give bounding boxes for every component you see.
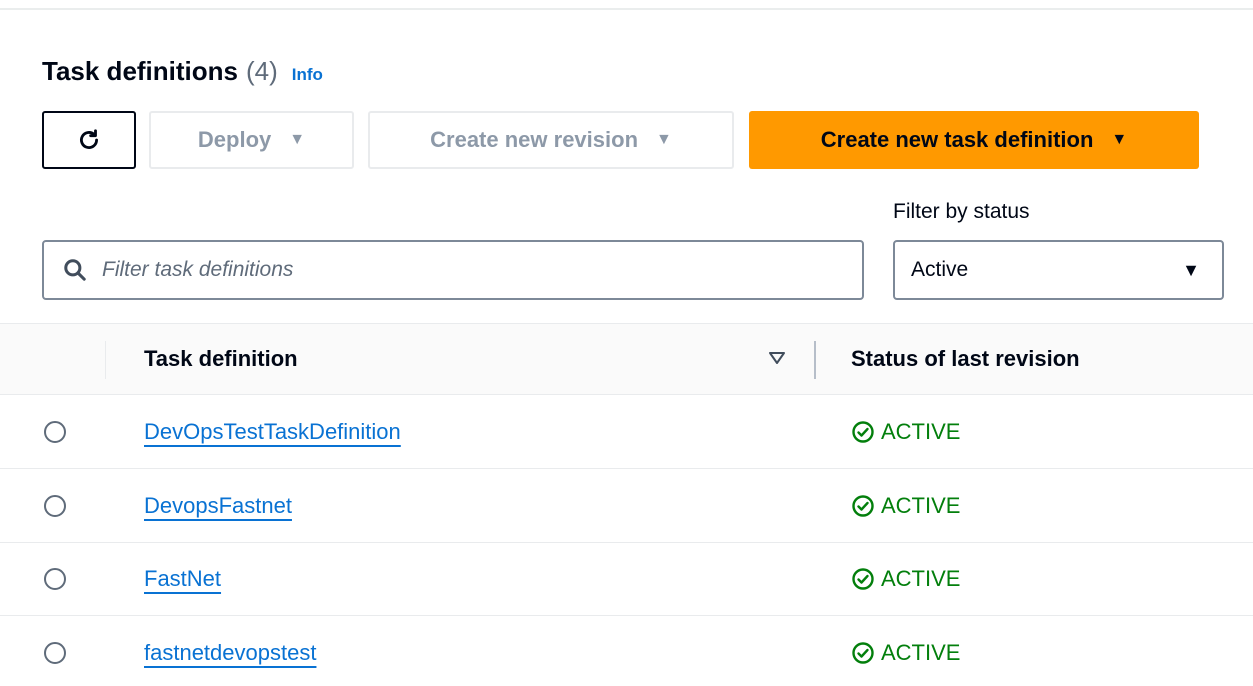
- refresh-button[interactable]: [42, 111, 136, 169]
- status-filter-select[interactable]: Active ▼: [893, 240, 1224, 300]
- search-input[interactable]: [102, 258, 802, 282]
- status-text: ACTIVE: [881, 640, 961, 665]
- column-header-task-definition[interactable]: Task definition: [144, 346, 298, 372]
- task-definition-link[interactable]: DevopsFastnet: [144, 493, 292, 519]
- caret-down-icon: ▼: [656, 131, 672, 148]
- row-radio[interactable]: [44, 642, 66, 664]
- info-link[interactable]: Info: [292, 65, 323, 85]
- status-badge: ACTIVE: [851, 640, 960, 666]
- deploy-label: Deploy: [197, 127, 272, 152]
- page-title: Task definitions: [42, 56, 238, 86]
- sort-icon[interactable]: [767, 348, 787, 368]
- check-circle-icon: [852, 421, 874, 443]
- table-row[interactable]: DevopsFastnet ACTIVE: [0, 470, 1253, 543]
- page-header: Task definitions (4) Info: [42, 56, 323, 87]
- caret-down-icon: ▼: [1111, 131, 1128, 148]
- status-badge: ACTIVE: [851, 419, 960, 445]
- status-text: ACTIVE: [881, 493, 961, 518]
- item-count: (4): [246, 56, 278, 86]
- task-definition-link[interactable]: DevOpsTestTaskDefinition: [144, 419, 401, 445]
- row-radio[interactable]: [44, 568, 66, 590]
- check-circle-icon: [852, 495, 874, 517]
- row-radio[interactable]: [44, 495, 66, 517]
- column-resizer[interactable]: [814, 341, 816, 379]
- table-row[interactable]: FastNet ACTIVE: [0, 543, 1253, 616]
- search-icon: [64, 259, 86, 281]
- create-revision-label: Create new revision: [430, 127, 639, 152]
- task-definition-link[interactable]: fastnetdevopstest: [144, 640, 316, 666]
- create-revision-button[interactable]: Create new revision ▼: [368, 111, 734, 169]
- table-header: Task definition Status of last revision: [0, 323, 1253, 395]
- refresh-icon: [80, 129, 98, 149]
- check-circle-icon: [852, 568, 874, 590]
- caret-down-icon: ▼: [1182, 259, 1200, 280]
- check-circle-icon: [852, 642, 874, 664]
- column-divider: [105, 341, 106, 379]
- top-divider: [0, 8, 1253, 10]
- column-header-status[interactable]: Status of last revision: [851, 346, 1080, 372]
- table-row[interactable]: DevOpsTestTaskDefinition ACTIVE: [0, 396, 1253, 469]
- search-box[interactable]: [42, 240, 864, 300]
- status-badge: ACTIVE: [851, 566, 960, 592]
- status-text: ACTIVE: [881, 566, 961, 591]
- caret-down-icon: ▼: [289, 131, 306, 148]
- row-radio[interactable]: [44, 421, 66, 443]
- create-task-label: Create new task definition: [820, 127, 1094, 152]
- table-row[interactable]: fastnetdevopstest ACTIVE: [0, 617, 1253, 686]
- deploy-button[interactable]: Deploy ▼: [149, 111, 354, 169]
- status-badge: ACTIVE: [851, 493, 960, 519]
- status-text: ACTIVE: [881, 419, 961, 444]
- status-filter-value: Active: [911, 258, 969, 281]
- filter-status-label: Filter by status: [893, 200, 1030, 223]
- create-task-definition-button[interactable]: Create new task definition ▼: [749, 111, 1199, 169]
- task-definition-link[interactable]: FastNet: [144, 566, 221, 592]
